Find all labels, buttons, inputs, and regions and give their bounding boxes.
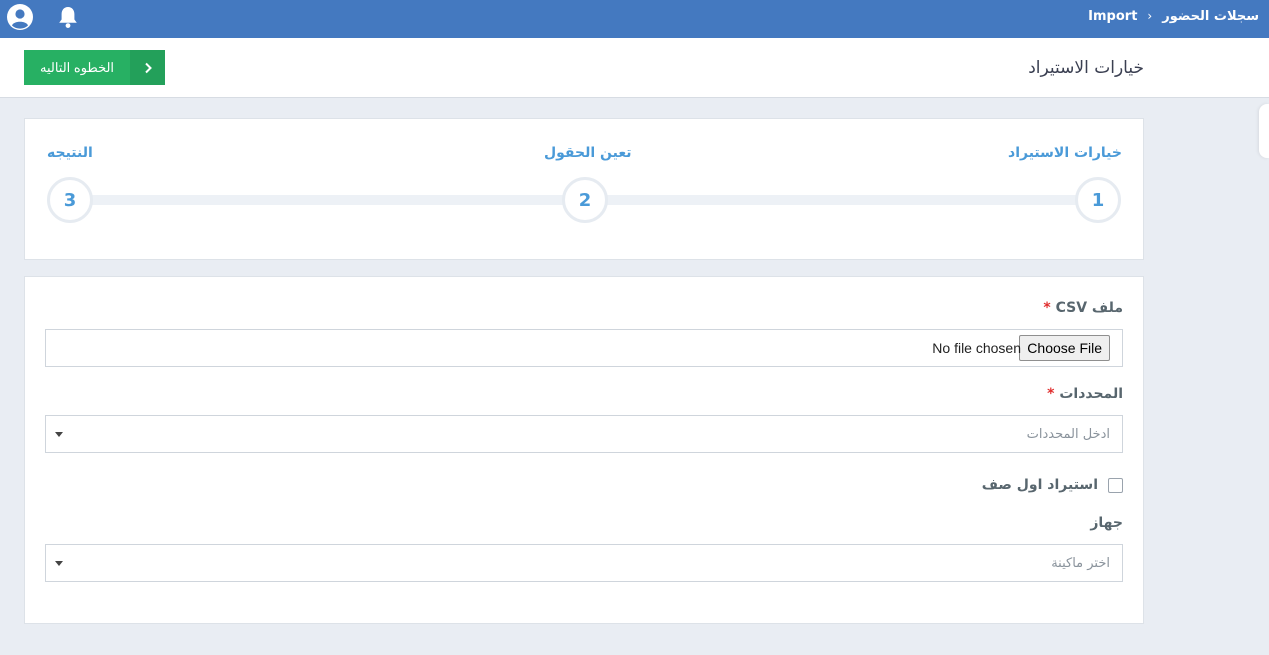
csv-file-label-text: ملف CSV [1055,300,1123,316]
page-header: الخطوه التاليه خيارات الاستيراد [0,38,1269,98]
chevron-right-icon [130,50,165,85]
delimiters-select[interactable]: ادخل المحددات [45,415,1123,453]
next-step-button[interactable]: الخطوه التاليه [24,50,165,85]
required-mark: * [1043,300,1051,316]
step-2-circle[interactable]: 2 [562,177,608,223]
device-label: جهاز [1090,515,1123,531]
breadcrumb-item-import: Import [1088,8,1138,24]
step-3-label: النتيجه [47,145,93,161]
delimiters-label: المحددات * [1047,386,1123,402]
delimiters-placeholder: ادخل المحددات [1026,427,1110,442]
device-placeholder: اختر ماكينة [1051,556,1110,571]
step-3-circle[interactable]: 3 [47,177,93,223]
import-options-form: ملف CSV * Choose File No file chosen الم… [24,276,1144,624]
device-select[interactable]: اختر ماكينة [45,544,1123,582]
no-file-chosen-text: No file chosen [932,340,1021,356]
delimiters-label-text: المحددات [1059,386,1123,402]
csv-file-input[interactable]: Choose File No file chosen [45,329,1123,367]
breadcrumb: سجلات الحضور › Import [1088,7,1259,25]
breadcrumb-separator: › [1147,9,1153,23]
next-step-label: الخطوه التاليه [39,59,115,75]
breadcrumb-item-attendance[interactable]: سجلات الحضور [1162,9,1259,24]
import-first-row-checkbox[interactable] [1108,478,1123,493]
top-navbar: سجلات الحضور › Import [0,0,1269,38]
step-1-label: خيارات الاستيراد [1008,145,1122,161]
page-title: خيارات الاستيراد [1028,58,1144,78]
choose-file-button[interactable]: Choose File [1019,335,1110,361]
required-mark: * [1047,386,1055,402]
dropdown-caret-icon [55,561,63,566]
import-first-row-label[interactable]: استيراد اول صف [982,477,1098,493]
user-account-icon[interactable] [7,4,33,30]
step-2-label: تعين الحقول [544,145,632,161]
stepper-card: خيارات الاستيراد تعين الحقول النتيجه 1 2… [24,118,1144,260]
csv-file-label: ملف CSV * [1043,300,1123,316]
notification-bell-icon[interactable] [57,5,79,29]
side-panel-handle[interactable] [1259,104,1269,158]
step-1-circle[interactable]: 1 [1075,177,1121,223]
dropdown-caret-icon [55,432,63,437]
